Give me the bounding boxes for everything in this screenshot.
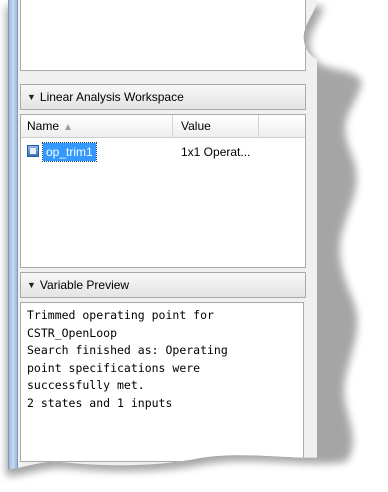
window-frame-edge xyxy=(8,0,18,470)
table-row[interactable]: op_trim1 1x1 Operat... xyxy=(21,143,305,161)
workspace-title: Linear Analysis Workspace xyxy=(39,90,184,104)
preview-header[interactable]: ▼ Variable Preview xyxy=(20,272,306,298)
variable-preview-text: Trimmed operating point for CSTR_OpenLoo… xyxy=(20,302,304,462)
preview-line: point specifications were xyxy=(27,360,201,375)
preview-line: CSTR_OpenLoop xyxy=(27,325,118,340)
operating-point-icon xyxy=(27,145,39,157)
sort-ascending-icon: ▲ xyxy=(63,122,73,133)
triangle-down-icon[interactable]: ▼ xyxy=(27,280,36,290)
column-header-name[interactable]: Name ▲ xyxy=(21,115,173,137)
column-name-label: Name xyxy=(27,119,60,133)
ui-fragment: ▼ Linear Analysis Workspace Name ▲ Value … xyxy=(0,0,388,492)
preview-line: successfully met. xyxy=(27,378,145,392)
workspace-table: Name ▲ Value op_trim1 1x1 Operat... xyxy=(20,114,306,268)
triangle-down-icon[interactable]: ▼ xyxy=(27,92,36,102)
preview-line: Trimmed operating point for xyxy=(27,308,214,322)
preview-title: Variable Preview xyxy=(39,278,130,292)
variable-value: 1x1 Operat... xyxy=(181,145,251,159)
column-header-value[interactable]: Value xyxy=(173,115,259,137)
upper-panel xyxy=(20,0,306,71)
table-header: Name ▲ Value xyxy=(21,115,305,138)
column-header-filler xyxy=(259,115,305,137)
column-value-label: Value xyxy=(181,119,211,133)
workspace-header[interactable]: ▼ Linear Analysis Workspace xyxy=(20,84,306,110)
variable-name-selected[interactable]: op_trim1 xyxy=(43,143,96,161)
preview-line: 2 states and 1 inputs xyxy=(27,395,173,410)
preview-line: Search finished as: Operating xyxy=(27,343,228,357)
